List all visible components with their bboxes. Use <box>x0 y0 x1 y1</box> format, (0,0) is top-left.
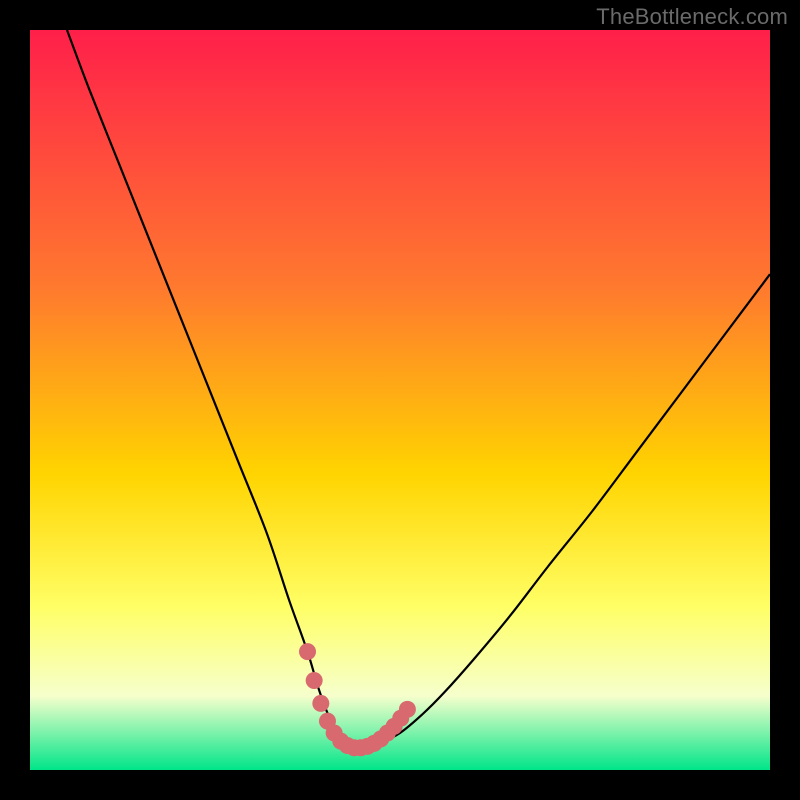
watermark-text: TheBottleneck.com <box>596 4 788 30</box>
chart-frame: TheBottleneck.com <box>0 0 800 800</box>
chart-svg <box>30 30 770 770</box>
sweet-spot-marker <box>306 672 323 689</box>
sweet-spot-marker <box>399 701 416 718</box>
sweet-spot-marker <box>312 695 329 712</box>
plot-area <box>30 30 770 770</box>
gradient-background <box>30 30 770 770</box>
sweet-spot-marker <box>299 643 316 660</box>
